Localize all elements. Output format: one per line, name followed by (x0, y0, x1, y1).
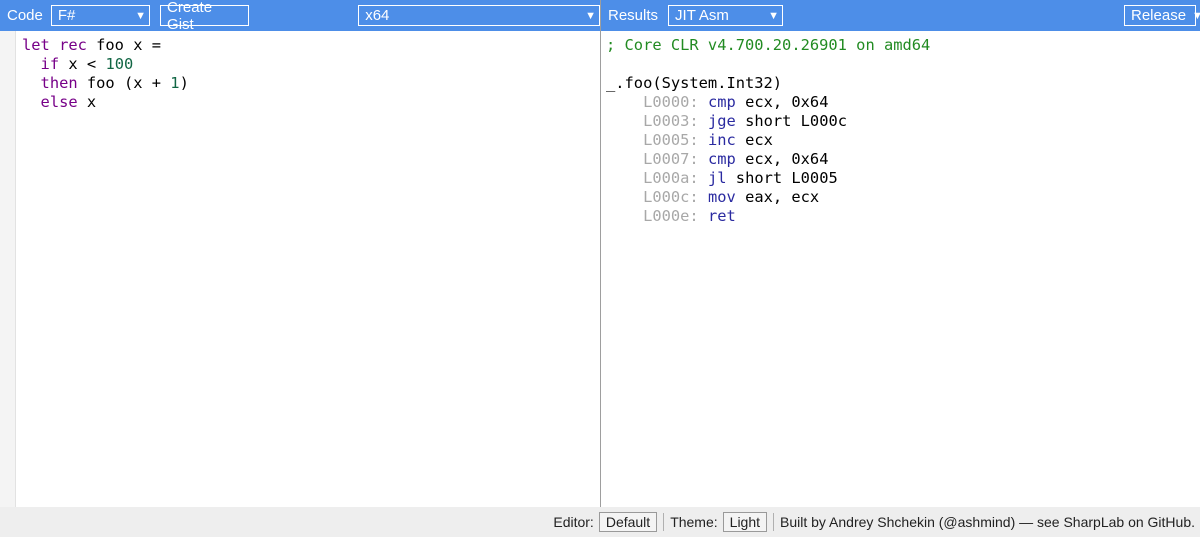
code-keyword: let rec (22, 36, 87, 54)
dropdown-arrow-icon: ▼ (768, 9, 780, 22)
language-select-value: F# (57, 7, 76, 24)
asm-address: L0005: (643, 131, 699, 149)
code-line[interactable]: then foo (x + 1) (22, 74, 189, 93)
target-select[interactable]: JIT Asm ▼ (668, 5, 784, 26)
asm-header-comment: ; Core CLR v4.700.20.26901 on amd64 (606, 36, 931, 54)
asm-opcode: mov (707, 188, 736, 206)
code-keyword: then (40, 74, 78, 92)
mode-select[interactable]: Release ▼ (1124, 5, 1200, 26)
create-gist-button[interactable]: Create Gist (160, 0, 250, 33)
code-token: x < (59, 55, 106, 73)
target-select-value: JIT Asm (675, 7, 729, 24)
code-keyword: else (40, 93, 78, 111)
code-toolbar: Code F# ▼ Create Gist x64 ▼ (0, 0, 601, 33)
editor-label: Editor: (553, 514, 594, 530)
asm-instruction-row: L0000: cmp ecx, 0x64 (606, 93, 930, 112)
asm-operands: ecx, 0x64 (745, 150, 829, 168)
asm-opcode: jge (707, 112, 736, 130)
source-code[interactable]: let rec foo x = if x < 100 then foo (x +… (22, 36, 189, 112)
code-line[interactable]: else x (22, 93, 189, 112)
results-panel: ; Core CLR v4.700.20.26901 on amd64 _.fo… (601, 31, 1200, 507)
editor-gutter (0, 31, 16, 507)
asm-address: L000a: (643, 169, 699, 187)
mode-select-value: Release (1131, 7, 1187, 24)
editor-mode-button[interactable]: Default (598, 512, 658, 532)
asm-address: L000e: (643, 207, 699, 225)
theme-button[interactable]: Light (722, 512, 768, 532)
code-editor[interactable]: let rec foo x = if x < 100 then foo (x +… (0, 31, 600, 507)
code-token: foo x = (86, 36, 162, 54)
code-line[interactable]: if x < 100 (22, 55, 189, 74)
footer: Editor: Default Theme: Light Built by An… (0, 507, 1200, 537)
asm-address: L0003: (643, 112, 699, 130)
code-token: foo (x + (77, 74, 171, 92)
asm-opcode: ret (707, 207, 736, 225)
footer-separator (663, 513, 665, 531)
asm-output: ; Core CLR v4.700.20.26901 on amd64 _.fo… (606, 36, 930, 226)
code-number: 1 (170, 74, 180, 92)
asm-operands: short L0005 (735, 169, 838, 187)
code-keyword: if (40, 55, 60, 73)
dropdown-arrow-icon: ▼ (585, 9, 597, 22)
credit-text[interactable]: Built by Andrey Shchekin (@ashmind) — se… (780, 514, 1195, 530)
asm-address: L0000: (643, 93, 699, 111)
results-label: Results (608, 7, 659, 24)
asm-operands: eax, ecx (745, 188, 820, 206)
code-line[interactable]: let rec foo x = (22, 36, 189, 55)
asm-opcode: inc (707, 131, 736, 149)
code-label: Code (7, 7, 43, 24)
asm-address: L0007: (643, 150, 699, 168)
code-token: x (77, 93, 97, 111)
asm-opcode: cmp (707, 93, 736, 111)
theme-label: Theme: (670, 514, 718, 530)
asm-address: L000c: (643, 188, 699, 206)
platform-select[interactable]: x64 ▼ (358, 5, 601, 26)
footer-separator (773, 513, 775, 531)
asm-instruction-row: L0003: jge short L000c (606, 112, 930, 131)
asm-instruction-row: L000a: jl short L0005 (606, 169, 930, 188)
dropdown-arrow-icon: ▼ (135, 9, 147, 22)
platform-select-value: x64 (365, 7, 390, 24)
dropdown-arrow-icon: ▼ (1192, 9, 1200, 22)
code-number: 100 (105, 55, 134, 73)
asm-method-name: _.foo(System.Int32) (606, 74, 783, 92)
asm-operands: ecx, 0x64 (745, 93, 829, 111)
asm-opcode: jl (707, 169, 727, 187)
language-select[interactable]: F# ▼ (50, 5, 151, 26)
asm-operands: ecx (745, 131, 773, 149)
asm-operands: short L000c (745, 112, 847, 130)
asm-instruction-row: L000c: mov eax, ecx (606, 188, 930, 207)
asm-opcode: cmp (707, 150, 736, 168)
code-token: ) (179, 74, 189, 92)
results-toolbar: Results JIT Asm ▼ Release ▼ (601, 0, 1200, 31)
asm-instruction-row: L0007: cmp ecx, 0x64 (606, 150, 930, 169)
asm-instruction-row: L0005: inc ecx (606, 131, 930, 150)
asm-instruction-row: L000e: ret (606, 207, 930, 226)
